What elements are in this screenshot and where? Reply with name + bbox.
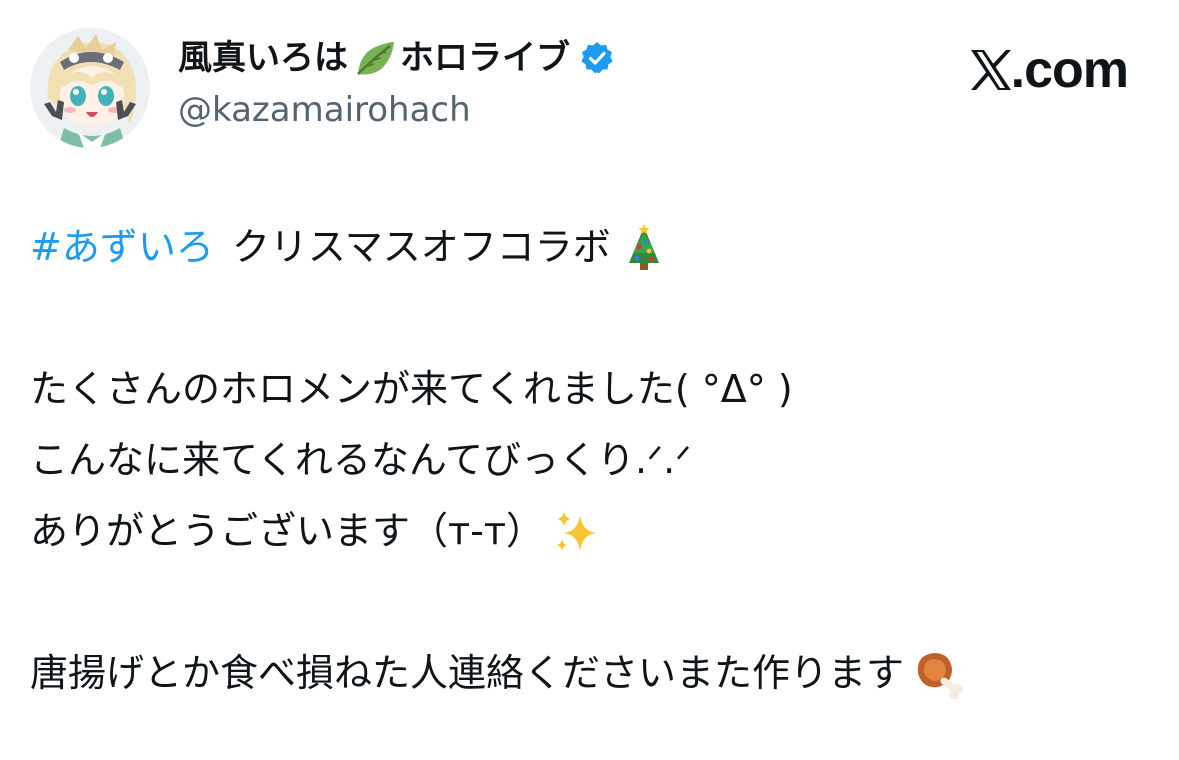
tweet-line-1: #あずいろ クリスマスオフコラボ xyxy=(30,212,1150,283)
avatar[interactable] xyxy=(30,28,150,148)
tweet-line-4: ありがとうございます（т-т） xyxy=(30,496,1150,567)
display-name[interactable]: 風真いろは xyxy=(178,36,348,80)
paragraph-break xyxy=(30,283,1150,354)
x-logo-icon xyxy=(969,48,1013,92)
tweet-header: 風真いろは ホロライブ @kazamairohach .com xyxy=(30,28,1150,148)
meat-on-bone-icon xyxy=(912,649,964,700)
leaf-icon xyxy=(354,38,396,78)
tweet-line-5: 唐揚げとか食べ損ねた人連絡くださいまた作ります xyxy=(30,638,1150,709)
christmas-tree-icon xyxy=(619,223,669,273)
paragraph-break xyxy=(30,567,1150,638)
tweet-line-2: たくさんのホロメンが来てくれました( °Δ° ) xyxy=(30,367,793,411)
tweet-line-5-text: 唐揚げとか食べ損ねた人連絡くださいまた作ります xyxy=(30,651,905,695)
verified-badge-icon[interactable] xyxy=(580,41,614,75)
display-name-row[interactable]: 風真いろは ホロライブ xyxy=(178,36,614,80)
hashtag-link[interactable]: #あずいろ xyxy=(30,212,214,283)
brand-domain-text: .com xyxy=(1010,41,1129,99)
tweet-text: #あずいろ クリスマスオフコラボ たくさんのホロメンが来てくれました( °Δ° … xyxy=(30,212,1150,709)
x-brand: .com xyxy=(969,41,1129,99)
tweet-line-1-text: クリスマスオフコラボ xyxy=(231,225,611,269)
display-name-suffix[interactable]: ホロライブ xyxy=(400,36,570,80)
tweet-line-3: こんなに来てくれるなんてびっくり.ᐟ.ᐟ xyxy=(30,438,692,482)
user-handle[interactable]: @kazamairohach xyxy=(178,88,471,132)
sparkles-icon xyxy=(552,507,602,557)
tweet-line-4-text: ありがとうございます（т-т） xyxy=(30,509,544,553)
